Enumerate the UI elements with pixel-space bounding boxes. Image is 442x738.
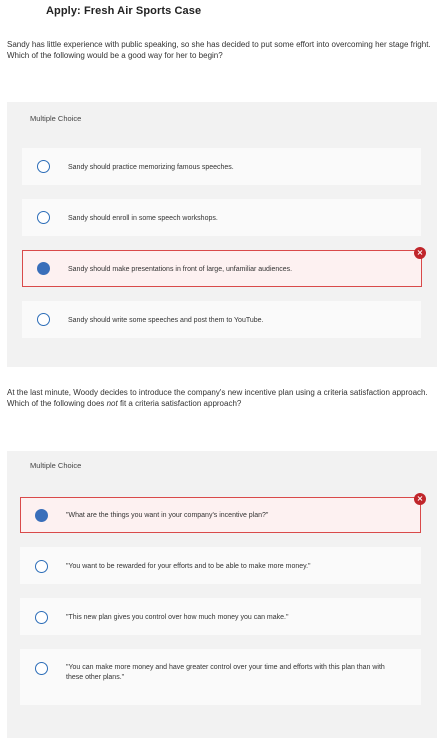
- question-1-option-4[interactable]: Sandy should write some speeches and pos…: [22, 301, 421, 338]
- question-2-prompt-line-2: Which of the following does not fit a cr…: [7, 398, 435, 409]
- incorrect-icon: ×: [414, 493, 426, 505]
- question-1-option-2[interactable]: Sandy should enroll in some speech works…: [22, 199, 421, 236]
- option-text-line-2: these other plans.": [66, 673, 125, 681]
- question-2-option-4[interactable]: "You can make more money and have greate…: [20, 649, 421, 705]
- question-1-panel: Multiple Choice Sandy should practice me…: [7, 102, 437, 367]
- option-text: Sandy should enroll in some speech works…: [68, 215, 218, 222]
- radio-unselected-icon[interactable]: [35, 611, 48, 624]
- prompt-text: fit a criteria satisfaction approach?: [117, 399, 242, 408]
- question-2-panel: Multiple Choice "What are the things you…: [7, 451, 437, 738]
- question-1-prompt-line-2: Which of the following would be a good w…: [7, 51, 223, 60]
- radio-unselected-icon[interactable]: [37, 160, 50, 173]
- prompt-emphasis: not: [106, 399, 118, 408]
- option-text: Sandy should make presentations in front…: [68, 266, 293, 273]
- option-text: Sandy should practice memorizing famous …: [68, 164, 234, 171]
- question-2-option-3[interactable]: "This new plan gives you control over ho…: [20, 598, 421, 635]
- radio-selected-icon[interactable]: [35, 509, 48, 522]
- option-text-line-1: "You can make more money and have greate…: [66, 664, 385, 671]
- radio-unselected-icon[interactable]: [37, 211, 50, 224]
- question-1-prompt-line-1: Sandy has little experience with public …: [7, 40, 431, 49]
- radio-selected-icon[interactable]: [37, 262, 50, 275]
- question-1-option-3[interactable]: Sandy should make presentations in front…: [22, 250, 422, 287]
- option-text: "You can make more money and have greate…: [66, 663, 386, 682]
- option-text: Sandy should write some speeches and pos…: [68, 317, 264, 324]
- question-2-prompt: At the last minute, Woody decides to int…: [7, 387, 435, 409]
- page-title: Apply: Fresh Air Sports Case: [46, 5, 202, 17]
- prompt-text: Which of the following does: [7, 399, 107, 408]
- question-1-prompt: Sandy has little experience with public …: [7, 39, 435, 61]
- option-text: "This new plan gives you control over ho…: [66, 614, 289, 621]
- radio-unselected-icon[interactable]: [35, 662, 48, 675]
- question-2-prompt-line-1: At the last minute, Woody decides to int…: [7, 388, 428, 397]
- option-text: "You want to be rewarded for your effort…: [66, 563, 311, 570]
- incorrect-icon: ×: [414, 247, 426, 259]
- question-2-type-label: Multiple Choice: [30, 461, 82, 470]
- radio-unselected-icon[interactable]: [37, 313, 50, 326]
- question-2-option-1[interactable]: "What are the things you want in your co…: [20, 497, 421, 533]
- question-1-option-1[interactable]: Sandy should practice memorizing famous …: [22, 148, 421, 185]
- question-2-option-2[interactable]: "You want to be rewarded for your effort…: [20, 547, 421, 584]
- option-text: "What are the things you want in your co…: [66, 512, 269, 519]
- radio-unselected-icon[interactable]: [35, 560, 48, 573]
- question-1-type-label: Multiple Choice: [30, 114, 82, 123]
